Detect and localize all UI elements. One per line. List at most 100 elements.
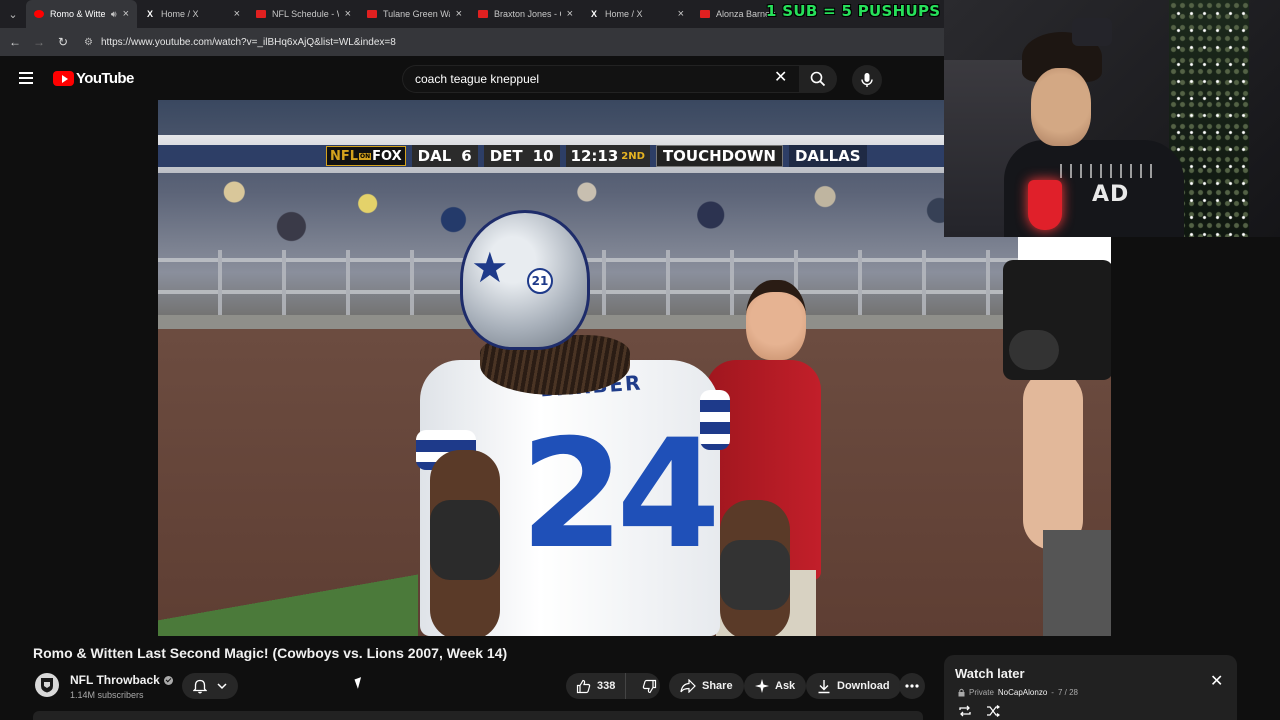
home-score: 10 [532,147,554,165]
channel-name[interactable]: NFL Throwback [70,673,173,687]
tab-search-chevron-icon[interactable]: ⌄ [0,0,26,28]
network-on: ON [359,152,372,160]
helmet-number: 21 [527,268,553,294]
search-button[interactable] [799,65,837,93]
forward-arrow-icon[interactable]: → [32,35,46,49]
player-helmet: ★ 21 [460,210,590,350]
network-logo: NFL ON FOX [326,146,406,166]
ask-label: Ask [775,680,796,692]
close-tab-icon[interactable]: × [234,8,240,20]
tab-home-x-2[interactable]: X Home / X × [581,0,692,28]
youtube-logo[interactable]: YouTube [53,70,134,87]
touchdown-banner: TOUCHDOWN [655,145,783,167]
tab-braxton-jones[interactable]: Braxton Jones - C × [470,0,581,28]
watch-later-title[interactable]: Watch later [955,666,1025,681]
playlist-position: 7 / 28 [1057,688,1078,697]
away-team-score: DAL 6 [411,145,478,167]
like-dislike-group: 338 [566,673,660,699]
download-icon [818,679,830,693]
espn-favicon-icon [256,10,266,18]
description-box-edge[interactable] [33,711,923,720]
x-favicon-icon: X [590,9,597,19]
thumbs-up-icon [576,679,591,693]
webcam-shirt-text: AD [1092,182,1130,207]
speaker-icon[interactable]: 🔊︎ [111,9,117,20]
espn-favicon-icon [478,10,488,18]
shuffle-icon[interactable] [986,705,1000,717]
home-team: DET [489,147,523,165]
close-playlist-icon[interactable]: ✕ [1210,671,1223,691]
player-figure: BARBER 24 ★ 21 [416,210,790,636]
tab-romo-witten[interactable]: Romo & Witten 🔊︎ × [26,0,137,28]
tab-nfl-schedule[interactable]: NFL Schedule - W × [248,0,359,28]
search-input[interactable]: coach teague kneppuel [402,65,799,93]
share-arrow-icon [680,679,696,693]
thumbs-down-icon [643,679,657,693]
espn-favicon-icon [700,10,710,18]
reload-icon[interactable]: ↻ [56,35,70,49]
ask-button[interactable]: Ask [744,673,807,699]
close-tab-icon[interactable]: × [456,8,462,20]
playlist-privacy: Private [969,688,994,697]
tab-tulane[interactable]: Tulane Green Wa × [359,0,470,28]
away-score: 6 [461,147,472,165]
stream-overlay-text: 1 SUB = 5 PUSHUPS [766,2,941,20]
youtube-play-icon [53,71,74,86]
nfl-shield-icon [41,678,53,693]
network-fox: FOX [372,148,402,164]
address-bar: ← → ↻ ⚙︎ https://www.youtube.com/watch?v… [0,28,944,56]
close-tab-icon[interactable]: × [123,8,129,20]
game-clock: 12:13 2ND [565,145,650,167]
quarter: 2ND [621,150,645,162]
voice-search-button[interactable] [852,65,882,95]
tab-home-x[interactable]: X Home / X × [137,0,248,28]
home-team-score: DET 10 [483,145,560,167]
mouse-cursor [354,677,365,689]
url-field[interactable]: ⚙︎ https://www.youtube.com/watch?v=_ilBH… [80,31,938,53]
close-tab-icon[interactable]: × [567,8,573,20]
site-info-icon[interactable]: ⚙︎ [84,37,93,48]
tab-label: Tulane Green Wa [383,9,450,19]
menu-icon[interactable] [19,72,33,84]
loop-icon[interactable] [958,705,972,717]
subscribed-notifications-button[interactable] [182,673,238,699]
like-button[interactable]: 338 [566,673,627,699]
watch-later-panel: Watch later Private NoCapAlonzo - 7 / 28… [944,655,1237,720]
tab-label: Home / X [605,9,643,19]
lock-icon [958,688,965,697]
more-horizontal-icon [905,684,919,688]
playlist-owner[interactable]: NoCapAlonzo [998,688,1047,697]
away-team: DAL [417,147,452,165]
logo-text: YouTube [76,70,134,87]
channel-avatar[interactable] [35,673,59,697]
channel-name-text: NFL Throwback [70,673,160,687]
tab-label: Braxton Jones - C [494,9,561,19]
video-turf [158,570,418,636]
close-tab-icon[interactable]: × [678,8,684,20]
video-title: Romo & Witten Last Second Magic! (Cowboy… [33,645,508,661]
more-actions-button[interactable] [899,673,925,699]
tab-label: NFL Schedule - W [272,9,339,19]
youtube-header: YouTube coach teague kneppuel ✕ [0,56,944,100]
banner-team: DALLAS [788,145,867,167]
dislike-button[interactable] [632,673,667,699]
x-favicon-icon: X [146,9,153,19]
espn-favicon-icon [367,10,377,18]
download-label: Download [837,680,890,692]
share-button[interactable]: Share [669,673,744,699]
jersey-number: 24 [520,408,721,582]
url-text: https://www.youtube.com/watch?v=_ilBHq6x… [100,36,396,48]
like-count: 338 [597,680,616,692]
tab-label: Home / X [161,9,199,19]
bell-icon [193,679,207,693]
camera-operator [1003,260,1111,636]
tab-label: Romo & Witten [50,9,105,19]
close-tab-icon[interactable]: × [345,8,351,20]
youtube-favicon-icon [34,10,44,18]
streamer-webcam: AD [944,0,1280,237]
back-arrow-icon[interactable]: ← [8,35,22,49]
download-button[interactable]: Download [806,673,901,699]
streamer-face [1031,68,1091,146]
clear-search-icon[interactable]: ✕ [774,70,787,86]
subscriber-count: 1.14M subscribers [70,690,144,700]
